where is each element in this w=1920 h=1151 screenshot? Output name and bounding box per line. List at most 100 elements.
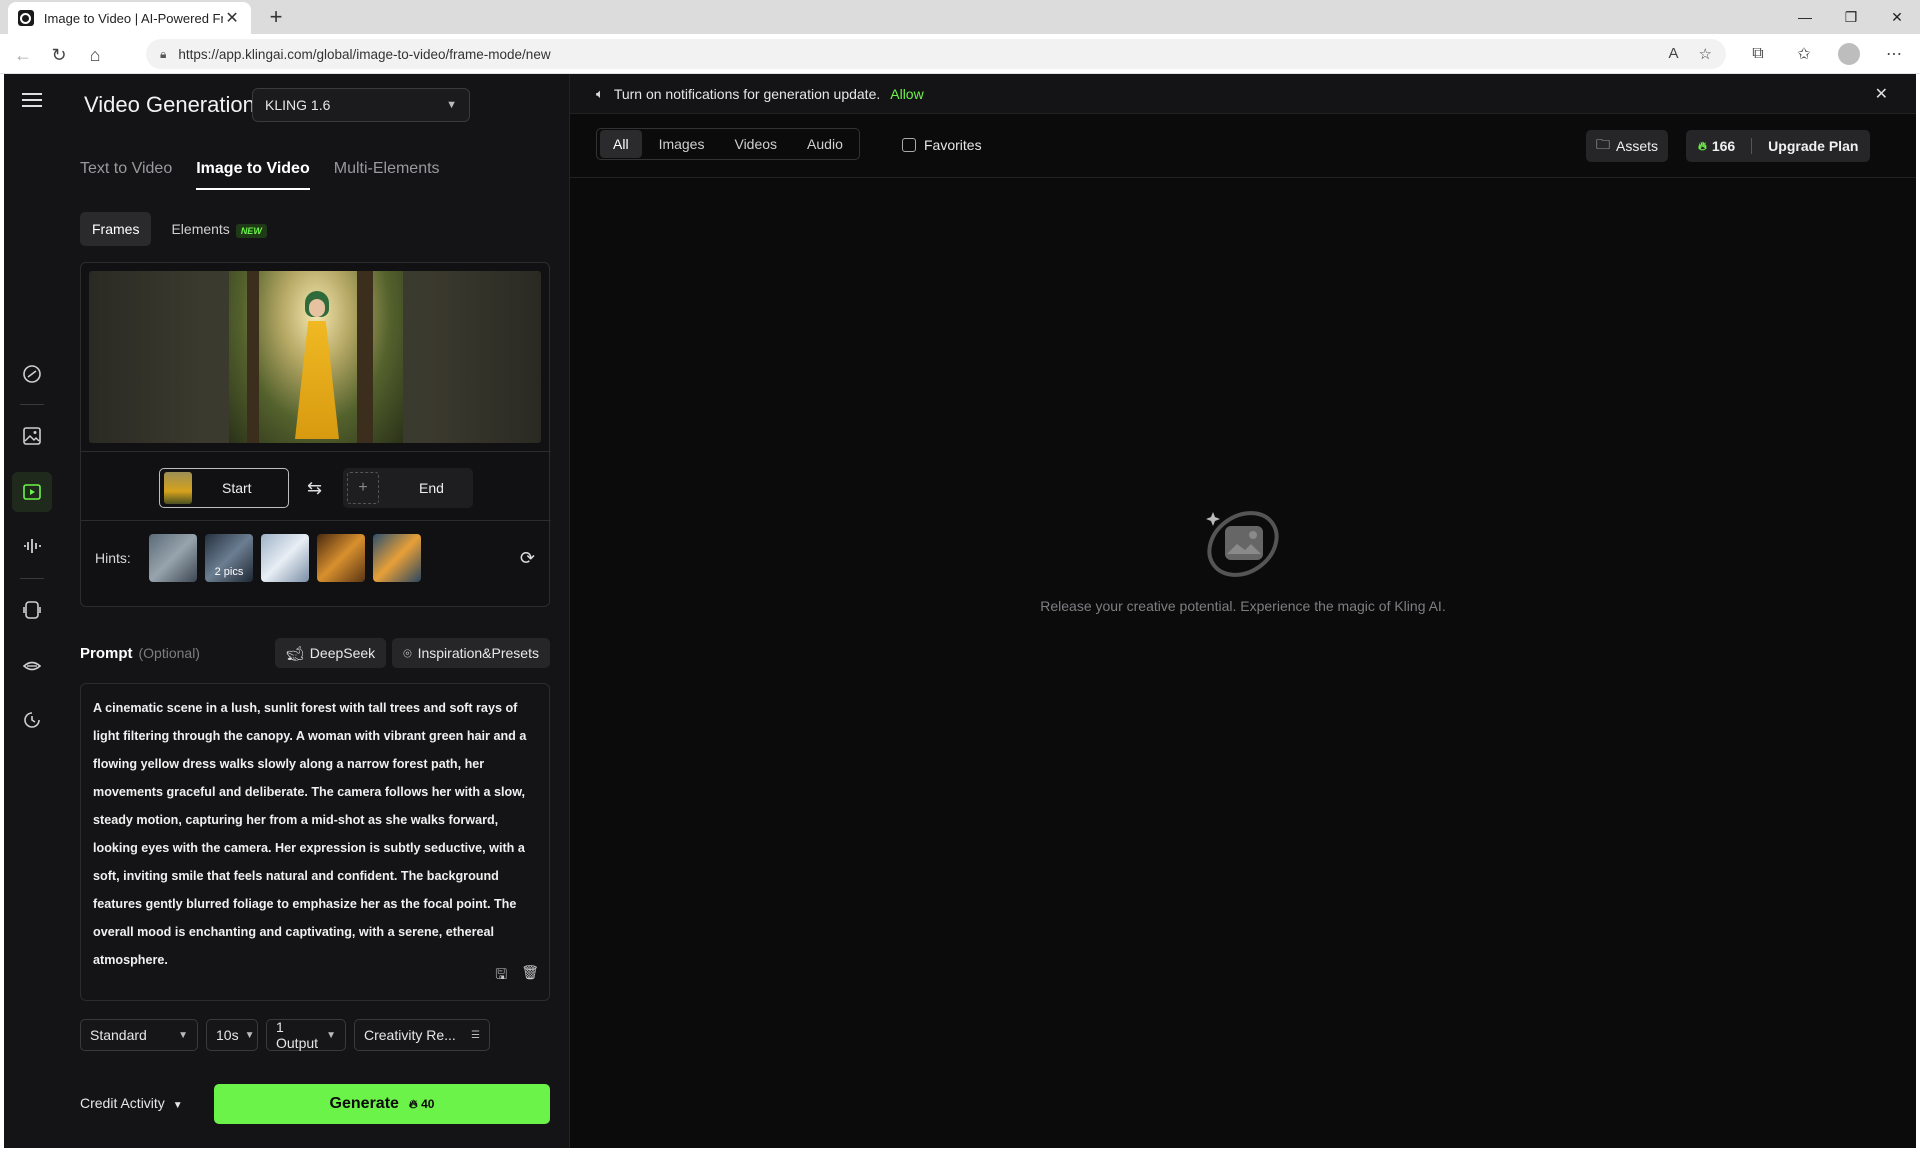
url-field[interactable]: 🔒︎ https://app.klingai.com/global/image-… <box>146 39 1726 69</box>
back-icon[interactable]: ← <box>10 42 36 68</box>
prompt-title: Prompt <box>80 644 133 662</box>
lip-sync-icon[interactable] <box>12 646 52 686</box>
prompt-input[interactable]: A cinematic scene in a lush, sunlit fore… <box>80 683 550 1001</box>
hint-thumbnail[interactable]: 2 pics <box>205 534 253 582</box>
prompt-tools: 🖫︎ 🗑︎ <box>495 964 539 988</box>
trash-icon[interactable]: 🗑︎ <box>521 964 539 988</box>
more-menu-icon[interactable]: ⋯ <box>1882 42 1906 66</box>
options-row: Standard ▼ 10s ▼ 1 Output ▼ Creativity Re..… <box>80 1019 490 1051</box>
start-label: Start <box>222 480 252 496</box>
notification-text: Turn on notifications for generation upd… <box>613 85 881 102</box>
model-value: KLING 1.6 <box>265 97 331 113</box>
new-tab-icon[interactable]: + <box>262 4 290 32</box>
browser-tab-bar: Image to Video | AI-Powered Fran ✕ + — ❐… <box>0 0 1920 34</box>
canvas-icon[interactable] <box>12 590 52 630</box>
swap-icon[interactable]: ⇆ <box>307 478 322 499</box>
filter-videos[interactable]: Videos <box>721 130 790 158</box>
duration-value: 10s <box>216 1027 239 1043</box>
reload-icon[interactable]: ↻ <box>46 42 72 68</box>
generate-button[interactable]: Generate 🔥︎ 40 <box>214 1084 550 1124</box>
tab-multi-elements[interactable]: Multi-Elements <box>334 160 440 190</box>
image-gen-icon[interactable] <box>12 416 52 456</box>
start-frame-thumbnail <box>164 472 192 504</box>
folder-icon: 🗀︎ <box>1596 136 1610 152</box>
lock-icon[interactable]: 🔒︎ <box>160 47 166 62</box>
frame-preview[interactable] <box>89 271 541 443</box>
filter-images[interactable]: Images <box>646 130 718 158</box>
bookmark-star-icon[interactable]: ☆ <box>1699 45 1712 63</box>
close-tab-icon[interactable]: ✕ <box>223 8 241 28</box>
url-text: https://app.klingai.com/global/image-to-… <box>178 46 551 62</box>
deepseek-label: DeepSeek <box>309 645 376 661</box>
chevron-down-icon: ▼ <box>326 1029 336 1041</box>
empty-state: Release your creative potential. Experie… <box>570 504 1916 614</box>
inspiration-button[interactable]: ⌾ Inspiration&Presets <box>392 638 550 668</box>
credits-count[interactable]: 🔥︎ 166 <box>1698 138 1735 154</box>
filter-audio[interactable]: Audio <box>794 130 856 158</box>
tab-elements[interactable]: Elements NEW <box>159 212 278 246</box>
upgrade-plan-button[interactable]: Upgrade Plan <box>1768 138 1858 154</box>
address-bar-row: ← ↻ ⌂ 🔒︎ https://app.klingai.com/global/… <box>0 34 1920 74</box>
creativity-settings[interactable]: Creativity Re... ☰ <box>354 1019 490 1051</box>
filter-all[interactable]: All <box>600 130 642 158</box>
home-icon[interactable]: ⌂ <box>82 42 108 68</box>
prompt-header: Prompt (Optional) 🐋︎ DeepSeek ⌾ Inspirat… <box>80 638 550 668</box>
video-gen-icon[interactable] <box>12 472 52 512</box>
explore-icon[interactable] <box>12 354 52 394</box>
favorites-toggle[interactable]: Favorites <box>902 137 982 153</box>
frame-upload-card: Start ⇆ + End Hints: 2 pics ⟳ <box>80 262 551 607</box>
history-icon[interactable] <box>12 700 52 740</box>
tab-title: Image to Video | AI-Powered Fran <box>43 10 224 26</box>
tree-trunk <box>247 271 259 443</box>
hint-thumbnail[interactable] <box>317 534 365 582</box>
read-aloud-icon[interactable]: A <box>1669 45 1679 63</box>
filter-bar: All Images Videos Audio Favorites 🗀︎ Ass… <box>570 114 1916 178</box>
model-dropdown[interactable]: KLING 1.6 ▼ <box>252 88 470 122</box>
start-frame-button[interactable]: Start <box>159 468 289 508</box>
start-end-row: Start ⇆ + End <box>81 451 551 521</box>
tab-frames[interactable]: Frames <box>80 212 152 246</box>
extensions-icon[interactable]: ⧉ <box>1746 42 1770 66</box>
inspiration-label: Inspiration&Presets <box>417 645 539 661</box>
allow-notifications-link[interactable]: Allow <box>890 86 923 102</box>
browser-tab[interactable]: Image to Video | AI-Powered Fran ✕ <box>8 2 251 34</box>
tab-image-to-video[interactable]: Image to Video <box>196 160 310 190</box>
minimize-icon[interactable]: — <box>1782 0 1828 34</box>
deepseek-button[interactable]: 🐋︎ DeepSeek <box>275 638 387 668</box>
audio-gen-icon[interactable] <box>12 526 52 566</box>
quality-value: Standard <box>90 1027 147 1043</box>
profile-avatar[interactable] <box>1838 43 1860 65</box>
hint-thumbnail[interactable] <box>373 534 421 582</box>
flame-icon: 🔥︎ <box>1698 138 1707 153</box>
close-icon[interactable]: ✕ <box>1875 84 1888 104</box>
rail-divider <box>20 578 44 579</box>
restore-icon[interactable]: ❐ <box>1828 0 1874 34</box>
refresh-icon[interactable]: ⟳ <box>520 548 535 569</box>
hint-thumbnail[interactable] <box>261 534 309 582</box>
empty-state-text: Release your creative potential. Experie… <box>1040 598 1446 614</box>
browser-toolbar: ⧉ ✩ ⋯ <box>1746 42 1906 66</box>
creativity-value: Creativity Re... <box>364 1027 456 1043</box>
outputs-select[interactable]: 1 Output ▼ <box>266 1019 346 1051</box>
credit-activity-label: Credit Activity <box>80 1095 165 1111</box>
hamburger-menu-icon[interactable] <box>12 80 52 120</box>
hint-thumbnail[interactable] <box>149 534 197 582</box>
credit-activity-dropdown[interactable]: Credit Activity ▼ <box>80 1095 183 1111</box>
tab-text-to-video[interactable]: Text to Video <box>80 160 172 190</box>
save-icon[interactable]: 🖫︎ <box>495 964 507 988</box>
add-end-frame-icon: + <box>347 472 379 504</box>
duration-select[interactable]: 10s ▼ <box>206 1019 258 1051</box>
mode-tabs: Text to Video Image to Video Multi-Eleme… <box>80 160 440 190</box>
end-label: End <box>419 480 444 496</box>
quality-select[interactable]: Standard ▼ <box>80 1019 198 1051</box>
window-close-icon[interactable]: ✕ <box>1874 0 1920 34</box>
end-frame-button[interactable]: + End <box>343 468 473 508</box>
hints-label: Hints: <box>95 550 131 566</box>
chevron-down-icon: ▼ <box>244 1029 255 1041</box>
favorites-checkbox[interactable] <box>902 138 916 152</box>
preview-image <box>229 271 403 443</box>
app-root: Video Generation KLING 1.6 ▼ Text to Vid… <box>4 74 1916 1148</box>
assets-button[interactable]: 🗀︎ Assets <box>1586 130 1669 162</box>
favorites-icon[interactable]: ✩ <box>1792 42 1816 66</box>
prompt-text[interactable]: A cinematic scene in a lush, sunlit fore… <box>93 694 538 974</box>
